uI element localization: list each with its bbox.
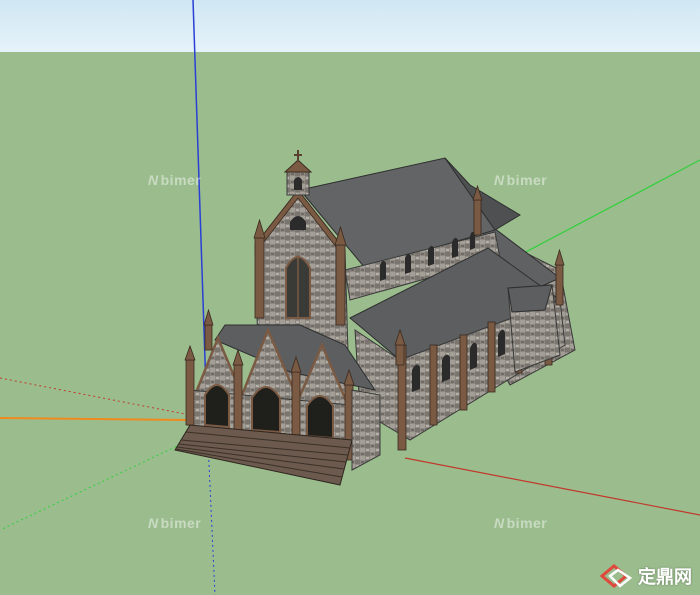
watermark-bottom-left: Nbimer xyxy=(148,515,202,531)
red-axis xyxy=(404,457,700,516)
sketchup-viewport[interactable]: Nbimer Nbimer Nbimer Nbimer 定鼎网 xyxy=(0,0,700,595)
red-axis-dotted xyxy=(0,377,191,416)
diamond-logo-icon xyxy=(600,564,633,588)
cross-icon xyxy=(294,150,302,162)
orange-inference-line xyxy=(0,417,191,421)
blue-axis xyxy=(192,0,208,421)
bell-cote-opening xyxy=(294,177,302,190)
watermark-top-left: Nbimer xyxy=(148,172,202,188)
site-brand: 定鼎网 xyxy=(600,563,692,589)
side-chapel-roof xyxy=(507,284,553,313)
porch-side-wall xyxy=(351,389,381,471)
watermark-top-right: Nbimer xyxy=(494,172,548,188)
brand-name: 定鼎网 xyxy=(638,567,692,588)
church-model-scene[interactable] xyxy=(0,0,700,595)
watermark-bottom-right: Nbimer xyxy=(494,515,548,531)
